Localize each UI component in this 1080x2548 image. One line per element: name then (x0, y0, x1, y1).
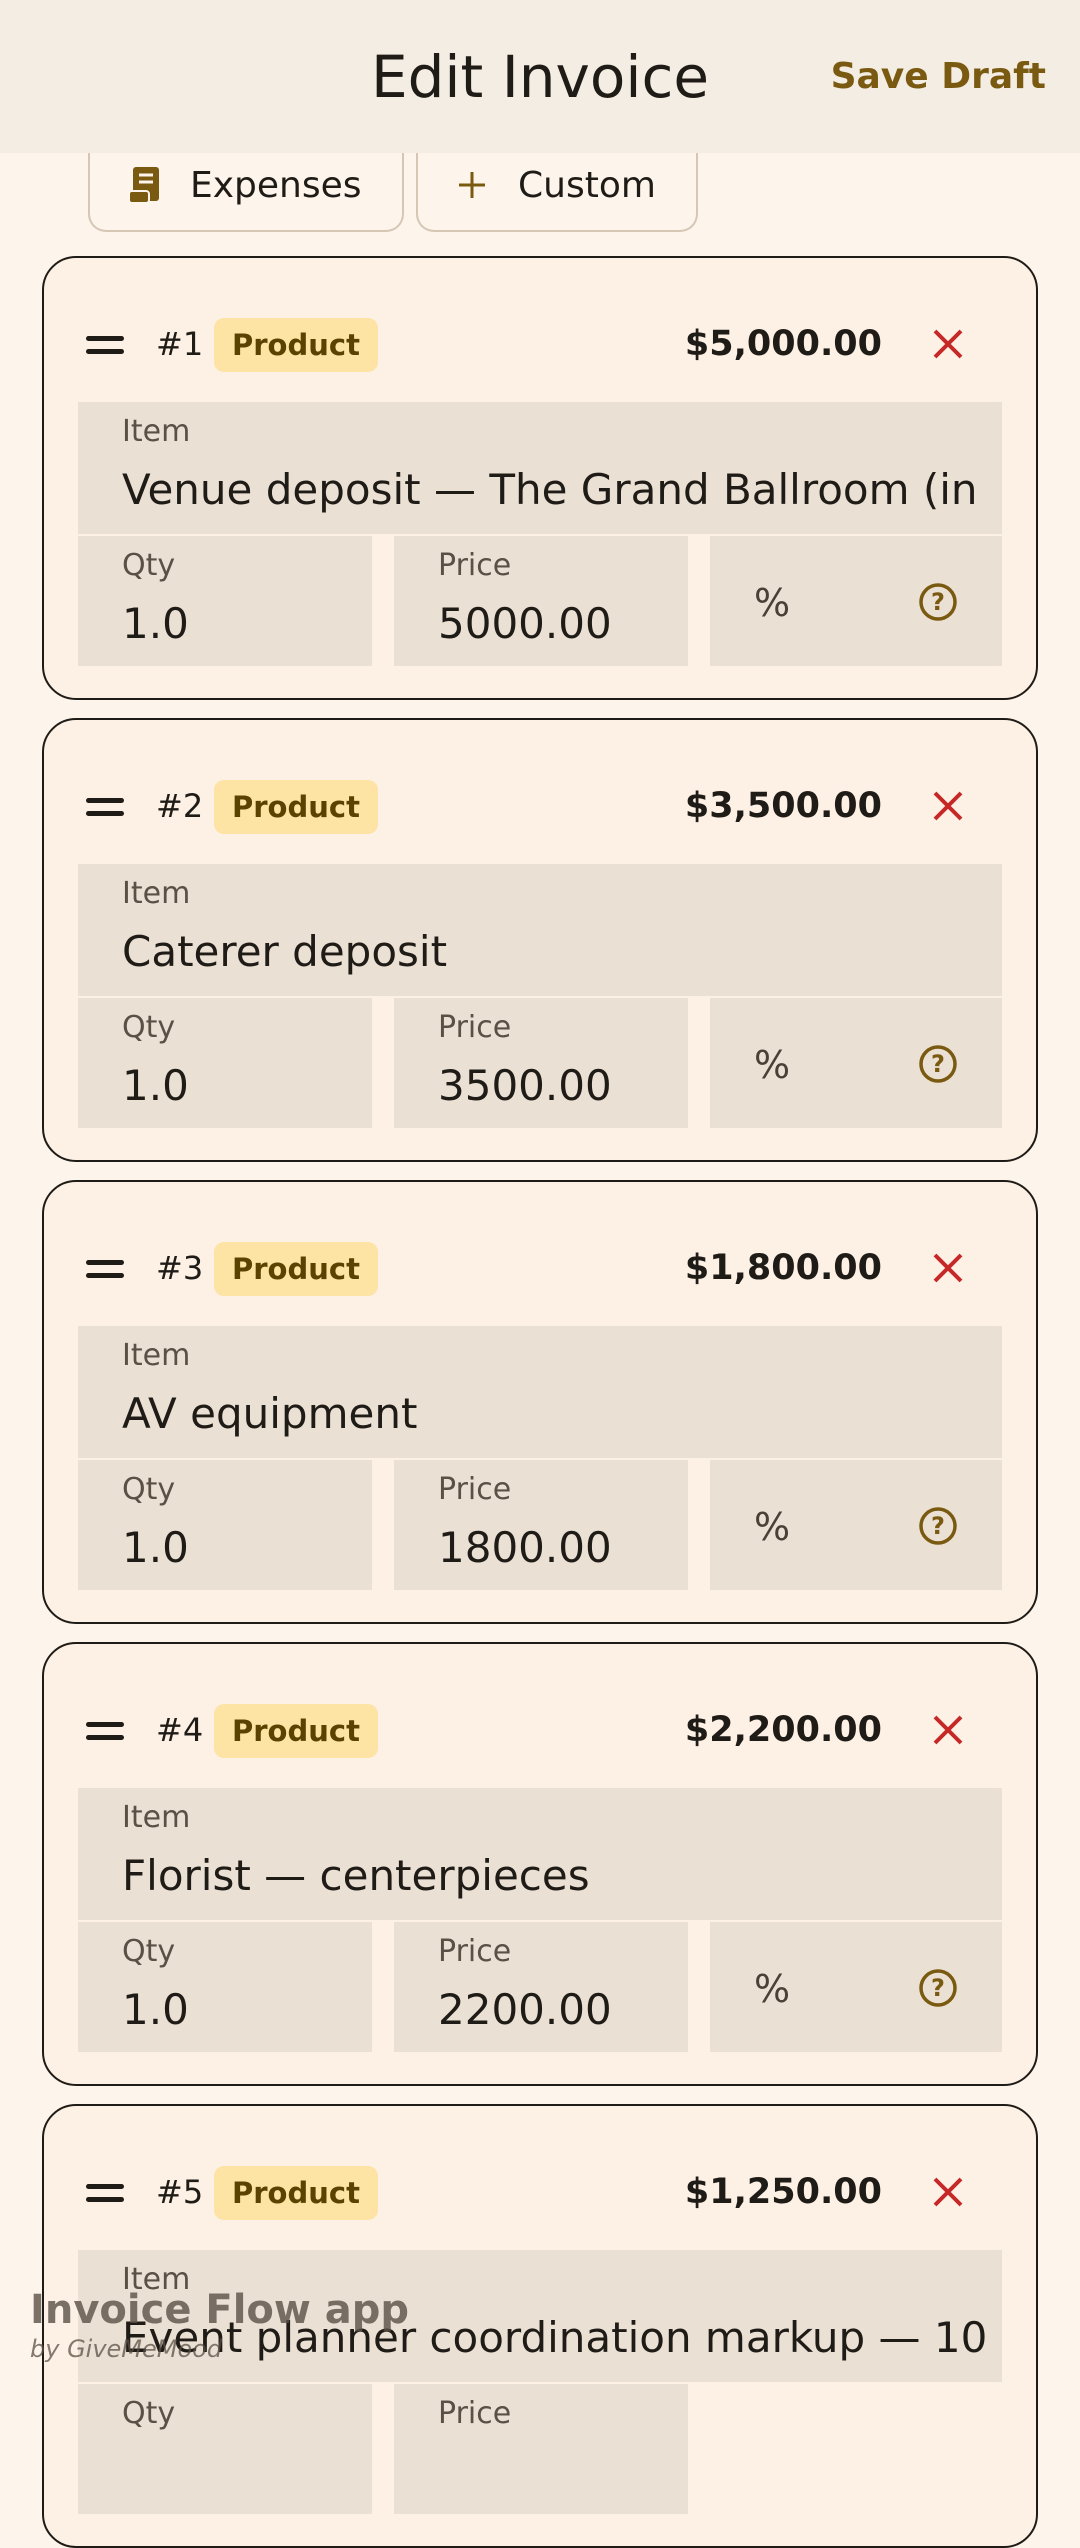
line-item-card: #2 Product $3,500.00 Item Caterer deposi… (42, 718, 1038, 1162)
svg-text:?: ? (931, 588, 945, 616)
item-name-value: AV equipment (122, 1389, 418, 1438)
close-icon[interactable] (930, 1250, 966, 1286)
item-number: #1 (156, 325, 204, 363)
close-icon[interactable] (930, 1712, 966, 1748)
qty-field-label: Qty (122, 1472, 176, 1507)
qty-field[interactable]: Qty 1.0 (78, 996, 372, 1128)
item-number: #2 (156, 787, 204, 825)
price-field[interactable]: Price 5000.00 (394, 534, 688, 666)
item-number: #4 (156, 1711, 204, 1749)
discount-percent-field[interactable]: % ? (710, 1458, 1002, 1590)
item-name-field[interactable]: Item AV equipment (78, 1326, 1002, 1458)
custom-chip-label: Custom (518, 164, 656, 206)
qty-field[interactable]: Qty (78, 2382, 372, 2514)
qty-value: 1.0 (122, 1985, 189, 2034)
discount-percent-field[interactable]: % ? (710, 996, 1002, 1128)
price-value: 1800.00 (438, 1523, 612, 1572)
item-amount: $1,250.00 (684, 2172, 882, 2212)
price-field[interactable]: Price 1800.00 (394, 1458, 688, 1590)
item-name-field[interactable]: Item Florist — centerpieces (78, 1788, 1002, 1920)
svg-text:?: ? (931, 1974, 945, 2002)
qty-field-label: Qty (122, 1010, 176, 1045)
receipt-icon (124, 165, 164, 205)
price-field[interactable]: Price 2200.00 (394, 1920, 688, 2052)
item-type-badge: Product (214, 780, 378, 834)
item-field-label: Item (122, 1338, 191, 1373)
item-number: #5 (156, 2173, 204, 2211)
percent-label: % (754, 1967, 791, 2011)
item-name-field[interactable]: Item Venue deposit — The Grand Ballroom … (78, 402, 1002, 534)
item-name-value: Venue deposit — The Grand Ballroom (in (122, 465, 978, 514)
line-item-card: #5 Product $1,250.00 Item Event planner … (42, 2104, 1038, 2548)
item-name-value: Event planner coordination markup — 10 (122, 2313, 988, 2362)
item-amount: $2,200.00 (684, 1710, 882, 1750)
item-number: #3 (156, 1249, 204, 1287)
price-field[interactable]: Price 3500.00 (394, 996, 688, 1128)
qty-value: 1.0 (122, 1523, 189, 1572)
line-item-card: #1 Product $5,000.00 Item Venue deposit … (42, 256, 1038, 700)
svg-text:?: ? (931, 1050, 945, 1078)
qty-field[interactable]: Qty 1.0 (78, 1458, 372, 1590)
drag-handle-icon[interactable] (86, 2184, 124, 2204)
qty-field-label: Qty (122, 548, 176, 583)
drag-handle-icon[interactable] (86, 336, 124, 356)
price-field-label: Price (438, 1934, 512, 1969)
save-draft-button[interactable]: Save Draft (831, 52, 1046, 102)
price-value: 3500.00 (438, 1061, 612, 1110)
item-amount: $1,800.00 (684, 1248, 882, 1288)
item-field-label: Item (122, 414, 191, 449)
item-amount: $3,500.00 (684, 786, 882, 826)
qty-field-label: Qty (122, 1934, 176, 1969)
percent-label: % (754, 1505, 791, 1549)
item-name-field[interactable]: Item Event planner coordination markup —… (78, 2250, 1002, 2382)
price-field-label: Price (438, 1472, 512, 1507)
item-name-field[interactable]: Item Caterer deposit (78, 864, 1002, 996)
item-type-badge: Product (214, 1242, 378, 1296)
custom-chip[interactable]: Custom (416, 140, 698, 232)
price-field[interactable]: Price (394, 2382, 688, 2514)
line-item-card: #3 Product $1,800.00 Item AV equipment Q… (42, 1180, 1038, 1624)
qty-field[interactable]: Qty 1.0 (78, 534, 372, 666)
app-bar: Edit Invoice Save Draft (0, 0, 1080, 153)
discount-percent-field[interactable]: % ? (710, 534, 1002, 666)
expenses-chip[interactable]: Expenses (88, 140, 404, 232)
item-type-badge: Product (214, 2166, 378, 2220)
qty-value: 1.0 (122, 599, 189, 648)
qty-field[interactable]: Qty 1.0 (78, 1920, 372, 2052)
item-name-value: Florist — centerpieces (122, 1851, 590, 1900)
close-icon[interactable] (930, 2174, 966, 2210)
help-icon[interactable]: ? (918, 1044, 958, 1084)
price-field-label: Price (438, 1010, 512, 1045)
percent-label: % (754, 581, 791, 625)
price-value: 5000.00 (438, 599, 612, 648)
price-value: 2200.00 (438, 1985, 612, 2034)
percent-label: % (754, 1043, 791, 1087)
qty-value: 1.0 (122, 1061, 189, 1110)
expenses-chip-label: Expenses (190, 164, 362, 206)
plus-icon (452, 165, 492, 205)
line-item-card: #4 Product $2,200.00 Item Florist — cent… (42, 1642, 1038, 2086)
svg-text:?: ? (931, 1512, 945, 1540)
item-field-label: Item (122, 2262, 191, 2297)
close-icon[interactable] (930, 326, 966, 362)
qty-field-label: Qty (122, 2396, 176, 2431)
discount-percent-field[interactable]: % ? (710, 1920, 1002, 2052)
help-icon[interactable]: ? (918, 1968, 958, 2008)
price-field-label: Price (438, 2396, 512, 2431)
item-amount: $5,000.00 (684, 324, 882, 364)
item-name-value: Caterer deposit (122, 927, 448, 976)
drag-handle-icon[interactable] (86, 1260, 124, 1280)
help-icon[interactable]: ? (918, 1506, 958, 1546)
item-type-badge: Product (214, 318, 378, 372)
drag-handle-icon[interactable] (86, 798, 124, 818)
item-field-label: Item (122, 1800, 191, 1835)
price-field-label: Price (438, 548, 512, 583)
help-icon[interactable]: ? (918, 582, 958, 622)
drag-handle-icon[interactable] (86, 1722, 124, 1742)
close-icon[interactable] (930, 788, 966, 824)
item-field-label: Item (122, 876, 191, 911)
item-type-badge: Product (214, 1704, 378, 1758)
